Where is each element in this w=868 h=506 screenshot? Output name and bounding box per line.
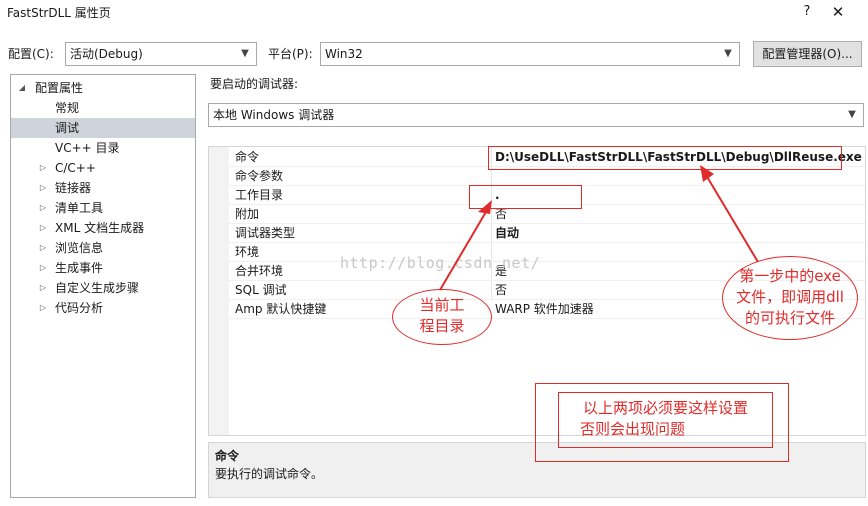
chevron-down-icon: ▼: [241, 48, 249, 59]
platform-label: 平台(P):: [268, 47, 313, 61]
expand-triangle-icon[interactable]: ▷: [37, 298, 49, 318]
debugger-label: 要启动的调试器:: [210, 77, 299, 91]
close-button[interactable]: ✕: [826, 1, 850, 23]
tree-item-label: 常规: [55, 101, 80, 115]
blog-watermark: http://blog.csdn.net/: [340, 254, 541, 272]
tree-item-label: 清单工具: [55, 201, 104, 215]
tree-item-cpp[interactable]: ▷ C/C++: [11, 158, 195, 178]
property-name: 合并环境: [235, 264, 284, 278]
property-name: 附加: [235, 207, 260, 221]
chevron-down-icon: ▼: [848, 109, 856, 120]
expand-triangle-icon[interactable]: ▷: [37, 158, 49, 178]
exe-note-line2: 文件，即调用dll: [736, 288, 844, 306]
exe-note-line3: 的可执行文件: [744, 309, 835, 327]
debugger-select[interactable]: 本地 Windows 调试器 ▼: [208, 103, 864, 127]
tree-item-label: XML 文档生成器: [55, 221, 145, 235]
expand-triangle-icon[interactable]: ▷: [37, 218, 49, 238]
tree-item-label: 代码分析: [55, 301, 104, 315]
collapse-triangle-icon[interactable]: ◢: [16, 78, 28, 98]
tree-item-label: VC++ 目录: [55, 141, 120, 155]
exe-note-line1: 第一步中的exe: [739, 267, 841, 285]
property-tree: ◢ 配置属性 常规 调试 VC++ 目录 ▷ C/C++ ▷ 链接器 ▷ 清单工…: [10, 74, 196, 498]
must-note-line2: 否则会出现问题: [580, 420, 686, 438]
debugger-select-value: 本地 Windows 调试器: [213, 108, 335, 122]
property-value[interactable]: 自动: [495, 225, 519, 241]
property-value[interactable]: 否: [495, 282, 507, 298]
grid-row-debugger-type[interactable]: 调试器类型 自动: [229, 224, 865, 243]
tree-item-general[interactable]: 常规: [11, 98, 195, 118]
tree-item-browse-info[interactable]: ▷ 浏览信息: [11, 238, 195, 258]
tree-item-manifest-tool[interactable]: ▷ 清单工具: [11, 198, 195, 218]
tree-item-code-analysis[interactable]: ▷ 代码分析: [11, 298, 195, 318]
expand-triangle-icon[interactable]: ▷: [37, 238, 49, 258]
tree-item-label: 自定义生成步骤: [55, 281, 140, 295]
description-text: 要执行的调试命令。: [215, 467, 324, 481]
command-highlight-box: [488, 146, 842, 170]
grid-gutter: [209, 147, 229, 435]
tree-item-label: 生成事件: [55, 261, 104, 275]
tree-item-label: 浏览信息: [55, 241, 104, 255]
expand-triangle-icon[interactable]: ▷: [37, 198, 49, 218]
tree-item-label: 配置属性: [35, 81, 84, 95]
title-bar: FastStrDLL 属性页 ? ✕: [0, 0, 868, 26]
property-name: 命令参数: [235, 169, 284, 183]
tree-item-label: C/C++: [55, 161, 96, 175]
workdir-note-line2: 程目录: [419, 317, 465, 335]
help-button[interactable]: ?: [796, 1, 818, 23]
must-note-line1: 以上两项必须要这样设置: [582, 399, 748, 417]
expand-triangle-icon[interactable]: ▷: [37, 278, 49, 298]
expand-triangle-icon[interactable]: ▷: [37, 258, 49, 278]
config-select[interactable]: 活动(Debug) ▼: [65, 42, 257, 66]
tree-item-xml-doc-generator[interactable]: ▷ XML 文档生成器: [11, 218, 195, 238]
chevron-down-icon: ▼: [724, 48, 732, 59]
workdir-note-line1: 当前工: [419, 296, 465, 314]
tree-item-custom-build-step[interactable]: ▷ 自定义生成步骤: [11, 278, 195, 298]
tree-item-linker[interactable]: ▷ 链接器: [11, 178, 195, 198]
property-name: 工作目录: [235, 188, 284, 202]
tree-item-config-properties[interactable]: ◢ 配置属性: [11, 78, 195, 98]
property-value[interactable]: WARP 软件加速器: [495, 301, 594, 317]
config-label: 配置(C):: [8, 47, 54, 61]
tree-item-label: 调试: [55, 121, 80, 135]
property-name: 命令: [235, 150, 260, 164]
tree-item-vc-directories[interactable]: VC++ 目录: [11, 138, 195, 158]
platform-select-value: Win32: [325, 47, 363, 61]
tree-item-build-events[interactable]: ▷ 生成事件: [11, 258, 195, 278]
workdir-highlight-box: [469, 185, 582, 209]
property-name: 调试器类型: [235, 226, 296, 240]
expand-triangle-icon[interactable]: ▷: [37, 178, 49, 198]
property-name: Amp 默认快捷键: [235, 302, 327, 316]
property-name: 环境: [235, 245, 260, 259]
window-title: FastStrDLL 属性页: [7, 6, 111, 20]
config-manager-button[interactable]: 配置管理器(O)...: [753, 41, 862, 67]
tree-item-debugging[interactable]: 调试: [11, 118, 195, 138]
platform-select[interactable]: Win32 ▼: [320, 42, 740, 66]
tree-item-label: 链接器: [55, 181, 92, 195]
config-select-value: 活动(Debug): [70, 47, 143, 61]
property-name: SQL 调试: [235, 283, 287, 297]
description-title: 命令: [215, 449, 240, 463]
